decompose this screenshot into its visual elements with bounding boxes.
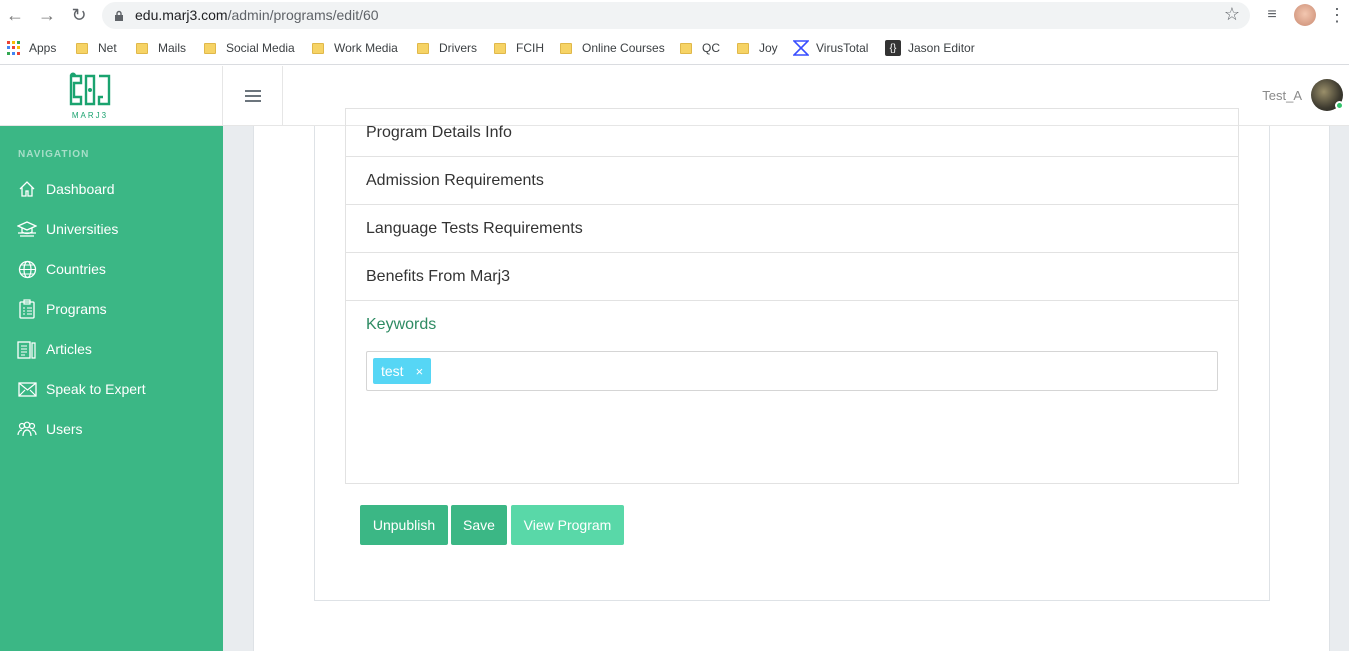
sidebar-item-label: Countries (46, 261, 106, 277)
unpublish-button[interactable]: Unpublish (360, 505, 448, 545)
address-bar[interactable]: edu.marj3.com/admin/programs/edit/60 ☆ (102, 2, 1250, 29)
bookmark-label: Work Media (334, 41, 398, 55)
folder-icon (680, 42, 692, 54)
marj3-logo[interactable]: MARJ3 (68, 70, 112, 122)
bookmark-fcih[interactable]: FCIH (494, 39, 544, 57)
url-path: /admin/programs/edit/60 (227, 7, 379, 23)
graduation-cap-icon (17, 219, 37, 239)
sidebar-item-label: Speak to Expert (46, 381, 146, 397)
sidebar-item-speak-to-expert[interactable]: Speak to Expert (17, 377, 146, 401)
bookmark-label: QC (702, 41, 720, 55)
bookmark-virustotal[interactable]: VirusTotal (793, 39, 868, 57)
sidebar-item-universities[interactable]: Universities (17, 217, 118, 241)
folder-icon (204, 42, 216, 54)
accordion-keywords[interactable]: Keywords (346, 300, 1238, 348)
bookmark-drivers[interactable]: Drivers (417, 39, 477, 57)
sidebar: NAVIGATION Dashboard Universities Countr… (0, 126, 223, 651)
envelope-icon (17, 379, 37, 399)
profile-avatar[interactable] (1294, 4, 1316, 26)
main-content: Program Details Info Admission Requireme… (223, 108, 1349, 651)
bookmark-net[interactable]: Net (76, 39, 117, 57)
menu-dots-icon[interactable]: ⋮ (1326, 4, 1348, 26)
bookmark-star-icon[interactable]: ☆ (1224, 4, 1240, 25)
bookmark-work-media[interactable]: Work Media (312, 39, 398, 57)
hamburger-icon (244, 90, 261, 102)
sidebar-item-programs[interactable]: Programs (17, 297, 107, 321)
bookmark-label: Joy (759, 41, 778, 55)
sidebar-item-label: Dashboard (46, 181, 115, 197)
online-status-dot (1335, 101, 1344, 110)
bookmark-label: Mails (158, 41, 187, 55)
logo-area: MARJ3 (0, 66, 223, 126)
sidebar-item-label: Programs (46, 301, 107, 317)
bookmark-jason-editor[interactable]: {} Jason Editor (885, 39, 975, 57)
bookmark-label: Jason Editor (908, 41, 975, 55)
keyword-tag-label: test (381, 363, 404, 379)
bookmark-apps[interactable]: Apps (7, 39, 56, 57)
globe-icon (17, 259, 37, 279)
folder-icon (76, 42, 88, 54)
url-text: edu.marj3.com/admin/programs/edit/60 (135, 7, 379, 23)
sidebar-item-label: Articles (46, 341, 92, 357)
bookmark-qc[interactable]: QC (680, 39, 720, 57)
braces-icon: {} (885, 40, 901, 56)
home-icon (17, 179, 37, 199)
back-icon[interactable]: ← (4, 4, 26, 26)
bookmark-label: Apps (29, 41, 57, 55)
folder-icon (417, 42, 429, 54)
forward-icon[interactable]: → (36, 4, 58, 26)
sidebar-toggle-button[interactable] (223, 66, 283, 126)
bookmark-joy[interactable]: Joy (737, 39, 778, 57)
browser-toolbar: ← → ↻ edu.marj3.com/admin/programs/edit/… (0, 0, 1349, 32)
page-panel: Program Details Info Admission Requireme… (253, 108, 1330, 651)
url-host: edu.marj3.com (135, 7, 228, 23)
accordion-benefits-from-marj3[interactable]: Benefits From Marj3 (346, 252, 1238, 300)
virustotal-icon (793, 40, 809, 56)
folder-icon (494, 42, 506, 54)
accordion-admission-requirements[interactable]: Admission Requirements (346, 156, 1238, 204)
bookmark-label: VirusTotal (816, 41, 869, 55)
sidebar-item-label: Users (46, 421, 83, 437)
folder-icon (737, 42, 749, 54)
bookmark-mails[interactable]: Mails (136, 39, 186, 57)
keywords-input[interactable]: test × (366, 351, 1218, 391)
keyword-tag: test × (373, 358, 432, 384)
accordion-program-details-info[interactable]: Program Details Info (346, 108, 1238, 156)
accordion-language-tests-requirements[interactable]: Language Tests Requirements (346, 204, 1238, 252)
folder-icon (560, 42, 572, 54)
bookmark-label: Social Media (226, 41, 295, 55)
sidebar-item-dashboard[interactable]: Dashboard (17, 177, 115, 201)
bookmarks-bar: Apps Net Mails Social Media Work Media D… (0, 32, 1349, 65)
reload-icon[interactable]: ↻ (68, 4, 90, 26)
remove-tag-icon[interactable]: × (416, 364, 424, 379)
sidebar-item-users[interactable]: Users (17, 417, 83, 441)
bookmark-label: Drivers (439, 41, 477, 55)
bookmark-social-media[interactable]: Social Media (204, 39, 295, 57)
sidebar-item-countries[interactable]: Countries (17, 257, 106, 281)
article-icon (17, 339, 37, 359)
users-icon (17, 419, 37, 439)
save-button[interactable]: Save (451, 505, 507, 545)
logo-text: MARJ3 (72, 111, 108, 120)
bookmark-label: Net (98, 41, 117, 55)
apps-grid-icon (7, 41, 21, 55)
folder-icon (312, 42, 324, 54)
folder-icon (136, 42, 148, 54)
sidebar-item-label: Universities (46, 221, 119, 237)
program-accordion: Program Details Info Admission Requireme… (345, 108, 1239, 484)
bookmark-label: Online Courses (582, 41, 665, 55)
bookmark-label: FCIH (516, 41, 544, 55)
lock-icon (115, 10, 123, 21)
clipboard-icon (17, 299, 37, 319)
program-edit-card: Program Details Info Admission Requireme… (314, 108, 1270, 601)
nav-heading: NAVIGATION (18, 149, 90, 160)
media-icon[interactable]: ≡ (1261, 4, 1283, 26)
bookmark-online-courses[interactable]: Online Courses (560, 39, 665, 57)
view-program-button[interactable]: View Program (511, 505, 624, 545)
user-name[interactable]: Test_A (1262, 88, 1302, 103)
sidebar-item-articles[interactable]: Articles (17, 337, 92, 361)
